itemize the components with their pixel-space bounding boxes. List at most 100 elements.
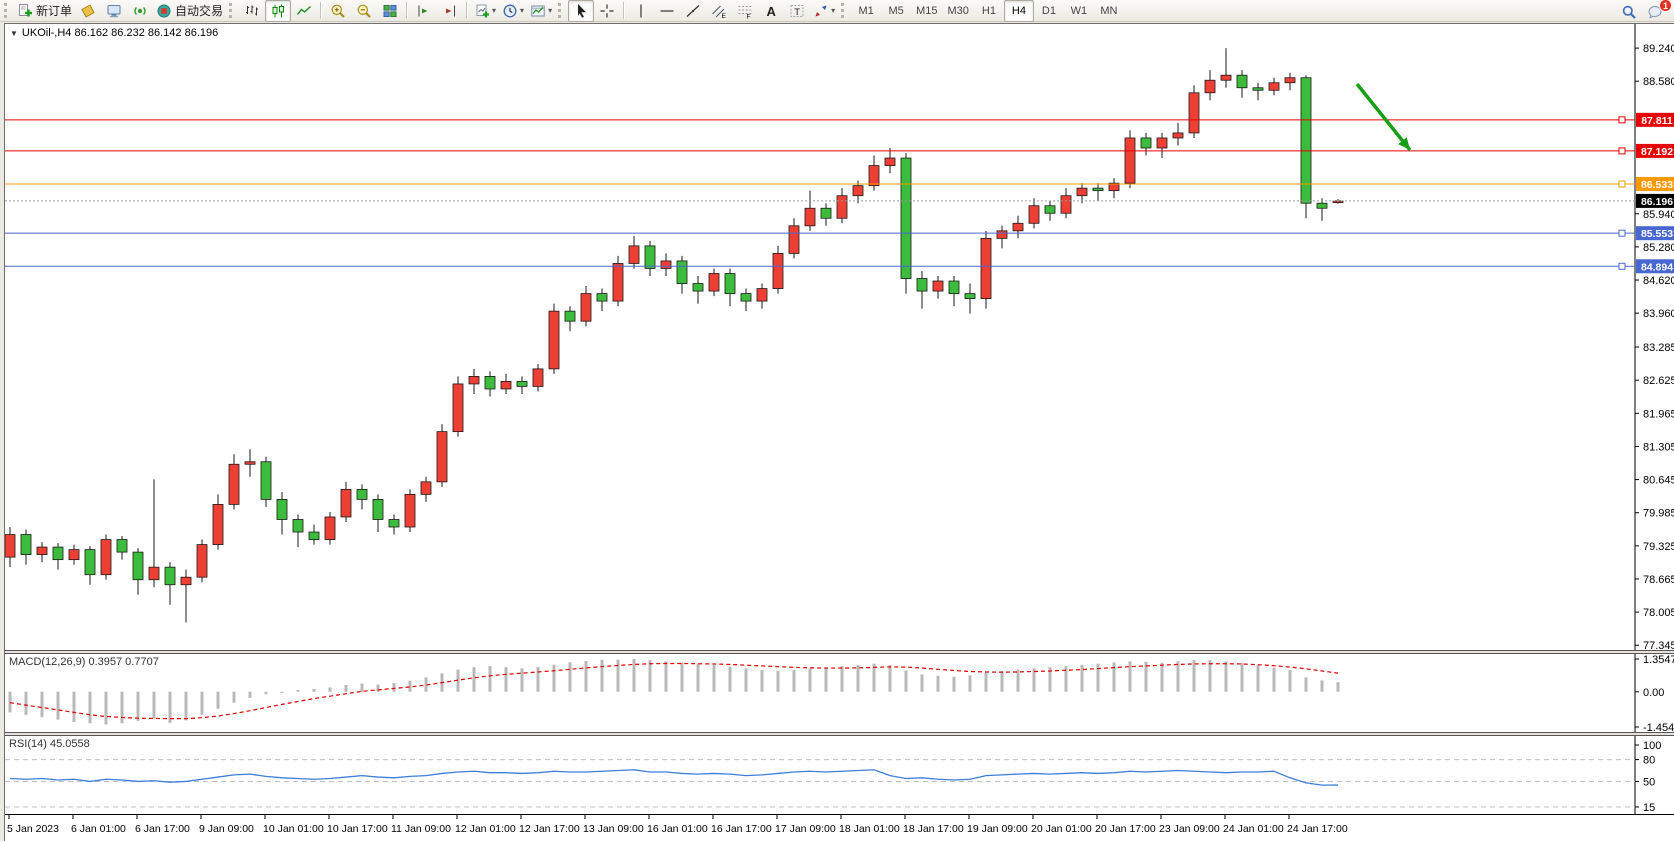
candle-body <box>645 246 655 269</box>
price-chart-panel[interactable]: ▼UKOil-,H4 86.162 86.232 86.142 86.196 8… <box>5 24 1674 650</box>
macd-panel[interactable]: MACD(12,26,9) 0.3957 0.7707 1.35470.00-1… <box>5 654 1674 732</box>
macd-chart[interactable]: 1.35470.00-1.4548 <box>5 654 1674 732</box>
candle-body <box>213 504 223 544</box>
auto-scroll-button[interactable] <box>411 0 437 22</box>
crosshair-button[interactable] <box>594 0 620 22</box>
macd-histogram-bar <box>889 665 892 692</box>
zoom-in-button[interactable] <box>325 0 351 22</box>
monitor-blue-icon <box>106 3 122 19</box>
line-chart-button[interactable] <box>291 0 317 22</box>
candle-body <box>181 577 191 585</box>
rsi-panel[interactable]: RSI(14) 45.0558 100805015 <box>5 736 1674 814</box>
macd-histogram-bar <box>249 692 252 698</box>
templates-button[interactable]: ▾ <box>527 0 555 22</box>
candle-body <box>357 489 367 499</box>
candle-body <box>1045 206 1055 214</box>
label-t-icon: T <box>789 3 805 19</box>
auto-trading-button[interactable]: 自动交易 <box>153 0 226 22</box>
level-line-handle[interactable] <box>1619 181 1625 187</box>
timeframe-button-m30[interactable]: M30 <box>943 0 974 22</box>
timeframe-button-w1[interactable]: W1 <box>1064 0 1094 22</box>
macd-histogram-bar <box>281 692 284 693</box>
charts-button[interactable] <box>75 0 101 22</box>
rsi-chart[interactable]: 100805015 <box>5 736 1674 814</box>
candle-body <box>837 196 847 219</box>
fibonacci-button[interactable]: F <box>732 0 758 22</box>
candle-body <box>277 499 287 519</box>
tile-windows-button[interactable] <box>377 0 403 22</box>
timeframe-button-m15[interactable]: M15 <box>911 0 942 22</box>
time-axis-label: 18 Jan 01:00 <box>839 823 900 835</box>
candle-body <box>997 231 1007 239</box>
trendline-button[interactable] <box>680 0 706 22</box>
dropdown-arrow-icon[interactable]: ▾ <box>831 6 835 15</box>
arrow-annotation[interactable] <box>1357 84 1410 150</box>
timeframe-button-d1[interactable]: D1 <box>1034 0 1064 22</box>
time-axis[interactable]: 5 Jan 20236 Jan 01:006 Jan 17:009 Jan 09… <box>5 814 1674 841</box>
new-chart-button[interactable]: ▾ <box>471 0 499 22</box>
equidistant-channel-button[interactable]: E <box>706 0 732 22</box>
arrows-button[interactable]: ▾ <box>810 0 838 22</box>
macd-histogram-bar <box>57 692 60 720</box>
horizontal-line-button[interactable] <box>654 0 680 22</box>
candle-body <box>421 482 431 495</box>
timeframe-button-m5[interactable]: M5 <box>881 0 911 22</box>
label-button[interactable]: T <box>784 0 810 22</box>
signals-button[interactable] <box>127 0 153 22</box>
macd-histogram-bar <box>233 692 236 703</box>
candle-body <box>517 381 527 386</box>
timeframe-button-h1[interactable]: H1 <box>974 0 1004 22</box>
macd-histogram-bar <box>1129 661 1132 691</box>
candle-body <box>693 284 703 292</box>
timeframe-button-m1[interactable]: M1 <box>851 0 881 22</box>
text-button[interactable]: A <box>758 0 784 22</box>
macd-histogram-bar <box>793 670 796 692</box>
chart-frame: ▼UKOil-,H4 86.162 86.232 86.142 86.196 8… <box>4 23 1674 841</box>
candle-body <box>853 186 863 196</box>
dropdown-arrow-icon[interactable]: ▾ <box>520 6 524 15</box>
dropdown-arrow-icon[interactable]: ▾ <box>492 6 496 15</box>
arrows-sym-icon <box>813 3 829 19</box>
autoscroll-icon <box>416 3 432 19</box>
candle-body <box>341 489 351 517</box>
search-button[interactable] <box>1616 1 1642 23</box>
chart-shift-button[interactable] <box>437 0 463 22</box>
candlestick-chart-button[interactable] <box>265 0 291 22</box>
crosshair-icon <box>599 3 615 19</box>
macd-histogram-bar <box>137 692 140 721</box>
notifications-button[interactable]: 1 <box>1642 1 1668 23</box>
level-line-handle[interactable] <box>1619 117 1625 123</box>
candle-body <box>533 369 543 387</box>
macd-histogram-bar <box>857 665 860 692</box>
level-line-handle[interactable] <box>1619 230 1625 236</box>
zoom-out-button[interactable] <box>351 0 377 22</box>
candlestick-chart[interactable]: 89.24088.58085.94085.28084.62083.96083.2… <box>5 24 1674 650</box>
toolbar-separator <box>466 2 468 19</box>
price-level-badge: 86.196 <box>1641 196 1673 208</box>
macd-histogram-bar <box>217 692 220 709</box>
macd-histogram-bar <box>409 681 412 692</box>
candle-body <box>1157 138 1167 148</box>
macd-histogram-bar <box>473 667 476 692</box>
macd-histogram-bar <box>1225 661 1228 691</box>
bar-chart-button[interactable] <box>239 0 265 22</box>
macd-histogram-bar <box>665 661 668 691</box>
market-watch-button[interactable] <box>101 0 127 22</box>
candle-body <box>53 547 63 560</box>
chart-title-collapse-icon[interactable]: ▼ <box>10 29 18 38</box>
vertical-line-button[interactable] <box>628 0 654 22</box>
macd-histogram-bar <box>969 675 972 691</box>
level-line-handle[interactable] <box>1619 148 1625 154</box>
periods-button[interactable]: ▾ <box>499 0 527 22</box>
timeframe-button-h4[interactable]: H4 <box>1004 0 1034 22</box>
dropdown-arrow-icon[interactable]: ▾ <box>548 6 552 15</box>
candle-body <box>1077 188 1087 196</box>
timeframe-button-mn[interactable]: MN <box>1094 0 1124 22</box>
chart-title: ▼UKOil-,H4 86.162 86.232 86.142 86.196 <box>10 27 218 39</box>
timeframe-label: M15 <box>916 5 937 17</box>
level-line-handle[interactable] <box>1619 263 1625 269</box>
cursor-button[interactable] <box>568 0 594 22</box>
candle-body <box>69 550 79 560</box>
new-order-button[interactable]: 新订单 <box>14 0 75 22</box>
macd-histogram-bar <box>809 669 812 692</box>
